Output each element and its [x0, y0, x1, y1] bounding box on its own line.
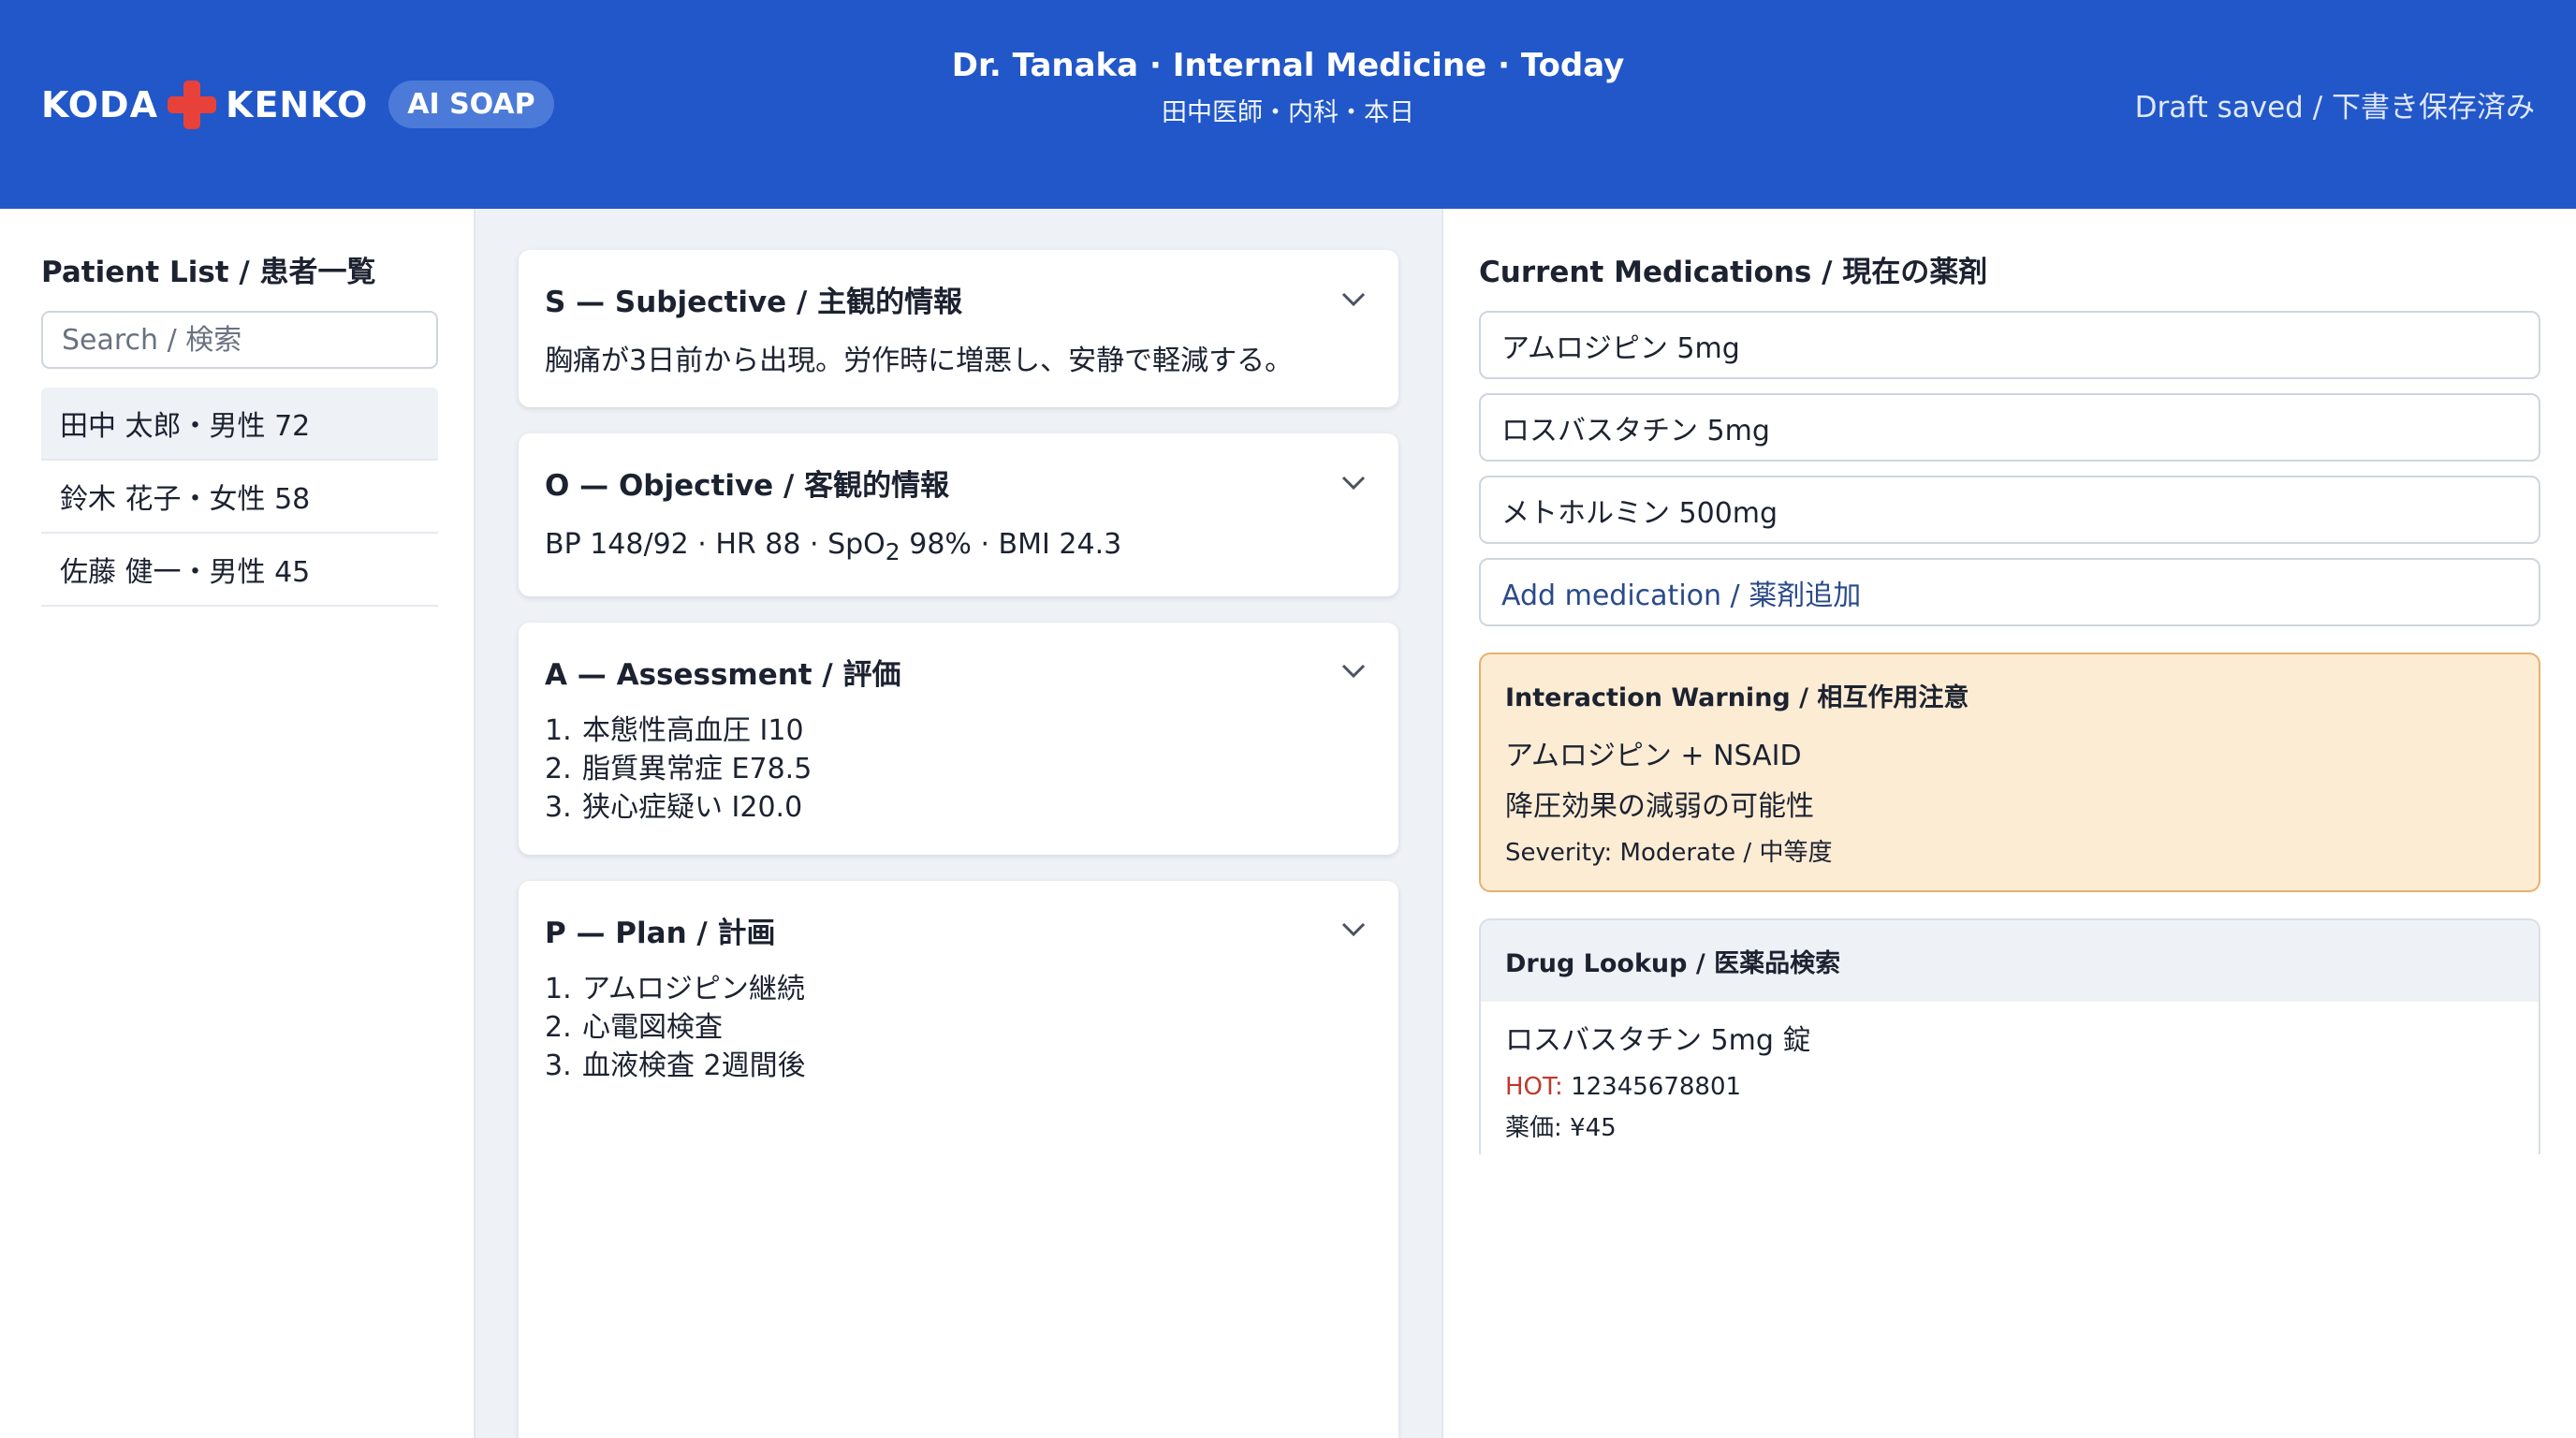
patient-panel: Patient List / 患者一覧 田中 太郎・男性 72 鈴木 花子・女性…: [0, 209, 476, 1438]
plan-item[interactable]: 3. 血液検査 2週間後: [545, 1047, 1372, 1085]
logo-text-left: KODA: [41, 83, 158, 125]
bmi: BMI 24.3: [998, 528, 1122, 561]
warning-severity: Severity: Moderate / 中等度: [1505, 839, 1833, 867]
product-badge: AI SOAP: [388, 81, 554, 128]
plan-text: 心電図検査: [582, 1010, 723, 1044]
doctor-context-en: Dr. Tanaka · Internal Medicine · Today: [951, 47, 1625, 84]
chevron-down-icon[interactable]: [1335, 653, 1372, 690]
plan-card: P — Plan / 計画 1. アムロジピン継続 2. 心電図検査 3. 血液検査 …: [519, 880, 1398, 1438]
logo-text-right: KENKO: [226, 83, 369, 125]
chevron-down-icon[interactable]: [1335, 911, 1372, 948]
assessment-list: 1. 本態性高血圧 I10 2. 脂質異常症 E78.5 3. 狭心症疑い I20.0: [545, 712, 1372, 827]
subjective-header[interactable]: S — Subjective / 主観的情報: [545, 278, 1372, 320]
warning-drug-pair: アムロジピン + NSAID: [1505, 740, 1802, 772]
medication-panel: Current Medications / 現在の薬剤 アムロジピン 5mg ロ…: [1442, 209, 2576, 1438]
drug-lookup-title: Drug Lookup / 医薬品検索: [1481, 920, 2539, 1002]
drug-lookup-card: Drug Lookup / 医薬品検索 ロスバスタチン 5mg 錠 HOT: 1…: [1479, 918, 2540, 1154]
assessment-title: A — Assessment / 評価: [545, 657, 901, 692]
medication-item[interactable]: アムロジピン 5mg: [1479, 311, 2540, 379]
vitals-line[interactable]: BP 148/92 · HR 88 · SpO2 98% · BMI 24.3: [545, 526, 1372, 568]
main-area: Patient List / 患者一覧 田中 太郎・男性 72 鈴木 花子・女性…: [0, 209, 2576, 1438]
plan-item[interactable]: 1. アムロジピン継続: [545, 970, 1372, 1008]
patient-item-suzuki[interactable]: 鈴木 花子・女性 58: [41, 461, 438, 534]
patient-item-sato[interactable]: 佐藤 健一・男性 45: [41, 534, 438, 607]
subjective-title: S — Subjective / 主観的情報: [545, 286, 963, 319]
brand: KODA KENKO AI SOAP: [41, 80, 554, 129]
medication-item[interactable]: メトホルミン 500mg: [1479, 476, 2540, 544]
spo2-value: 98%: [909, 528, 972, 561]
objective-title: O — Objective / 客観的情報: [545, 469, 950, 503]
medical-cross-icon: [168, 80, 216, 129]
hot-label: HOT:: [1505, 1073, 1563, 1101]
blood-pressure: BP 148/92: [545, 528, 689, 561]
plan-text: アムロジピン継続: [582, 972, 805, 1005]
spo2-subscript: 2: [885, 538, 900, 565]
warning-effect: 降圧効果の減弱の可能性: [1505, 790, 1814, 823]
drug-price: 薬価: ¥45: [1505, 1114, 1617, 1142]
assessment-item[interactable]: 2. 脂質異常症 E78.5: [545, 750, 1372, 788]
logo[interactable]: KODA KENKO: [41, 80, 369, 129]
soap-editor: S — Subjective / 主観的情報 胸痛が3日前から出現。労作時に増悪…: [476, 209, 1442, 1438]
assessment-text: 脂質異常症 E78.5: [582, 752, 812, 785]
assessment-card: A — Assessment / 評価 1. 本態性高血圧 I10 2. 脂質異常症…: [519, 622, 1398, 855]
patient-search-input[interactable]: [41, 311, 438, 369]
chevron-down-icon[interactable]: [1335, 464, 1372, 502]
medications-title: Current Medications / 現在の薬剤: [1479, 256, 1988, 289]
top-bar: KODA KENKO AI SOAP Dr. Tanaka · Internal…: [0, 0, 2576, 209]
medication-item[interactable]: ロスバスタチン 5mg: [1479, 393, 2540, 462]
warning-title: Interaction Warning / 相互作用注意: [1505, 683, 1969, 712]
chevron-down-icon[interactable]: [1335, 281, 1372, 318]
plan-title: P — Plan / 計画: [545, 916, 776, 950]
subjective-card: S — Subjective / 主観的情報 胸痛が3日前から出現。労作時に増悪…: [519, 250, 1398, 407]
assessment-text: 狭心症疑い I20.0: [582, 790, 803, 824]
patient-list: 田中 太郎・男性 72 鈴木 花子・女性 58 佐藤 健一・男性 45: [41, 388, 438, 607]
doctor-context-ja: 田中医師・内科・本日: [1162, 98, 1414, 127]
plan-item[interactable]: 2. 心電図検査: [545, 1008, 1372, 1047]
spo2-label: SpO: [827, 528, 886, 561]
objective-header[interactable]: O — Objective / 客観的情報: [545, 462, 1372, 504]
assessment-text: 本態性高血圧 I10: [582, 713, 804, 747]
objective-card: O — Objective / 客観的情報 BP 148/92 · HR 88 …: [519, 433, 1398, 596]
heart-rate: HR 88: [715, 528, 801, 561]
patient-item-tanaka[interactable]: 田中 太郎・男性 72: [41, 388, 438, 461]
plan-list: 1. アムロジピン継続 2. 心電図検査 3. 血液検査 2週間後: [545, 970, 1372, 1085]
plan-text: 血液検査 2週間後: [582, 1049, 806, 1082]
hot-code-value: 12345678801: [1571, 1073, 1742, 1101]
interaction-warning: Interaction Warning / 相互作用注意 アムロジピン + NS…: [1479, 653, 2540, 892]
assessment-item[interactable]: 1. 本態性高血圧 I10: [545, 712, 1372, 750]
plan-header[interactable]: P — Plan / 計画: [545, 909, 1372, 951]
assessment-item[interactable]: 3. 狭心症疑い I20.0: [545, 788, 1372, 827]
app-window: KODA KENKO AI SOAP Dr. Tanaka · Internal…: [0, 0, 2576, 1438]
assessment-header[interactable]: A — Assessment / 評価: [545, 651, 1372, 693]
save-status: Draft saved / 下書き保存済み: [2134, 91, 2535, 125]
drug-name[interactable]: ロスバスタチン 5mg 錠: [1481, 1002, 2539, 1058]
drug-hot-code: HOT: 12345678801: [1481, 1058, 2539, 1101]
subjective-text[interactable]: 胸痛が3日前から出現。労作時に増悪し、安静で軽減する。: [545, 343, 1372, 379]
add-medication-button[interactable]: Add medication / 薬剤追加: [1479, 558, 2540, 626]
patient-list-title: Patient List / 患者一覧: [41, 256, 376, 289]
session-context: Dr. Tanaka · Internal Medicine · Today 田…: [952, 47, 1625, 128]
